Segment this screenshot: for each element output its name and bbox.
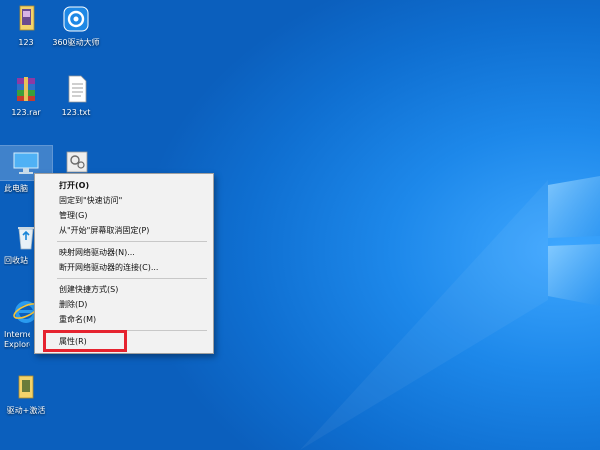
desktop-icon-folder-123[interactable]: 123 (0, 4, 52, 48)
menu-item-delete[interactable]: 删除(D) (35, 297, 213, 312)
desktop-icon-driver-activate[interactable]: 驱动+激活 (0, 372, 52, 416)
menu-item-open[interactable]: 打开(O) (35, 178, 213, 193)
desktop-icon-label: 此电脑 (4, 184, 28, 193)
menu-item-rename[interactable]: 重命名(M) (35, 312, 213, 327)
folder-icon (11, 4, 41, 34)
control-panel-icon (61, 146, 91, 176)
menu-item-disconnect-network-drive[interactable]: 断开网络驱动器的连接(C)... (35, 260, 213, 275)
desktop-icon-360-driver[interactable]: 360驱动大师 (48, 4, 104, 48)
menu-item-manage[interactable]: 管理(G) (35, 208, 213, 223)
context-menu: 打开(O) 固定到"快速访问" 管理(G) 从"开始"屏幕取消固定(P) 映射网… (34, 173, 214, 354)
menu-item-pin-quick-access[interactable]: 固定到"快速访问" (35, 193, 213, 208)
desktop-icon-rar-123[interactable]: 123.rar (0, 74, 52, 118)
desktop-icon-label: Internet Explorer (4, 330, 30, 349)
gear-shield-icon (61, 4, 91, 34)
desktop-icon-txt-123[interactable]: 123.txt (48, 74, 104, 118)
desktop[interactable]: 123 360驱动大师 123.rar 123.txt 此电脑 回收站 Inte… (0, 0, 600, 450)
desktop-icon-label: 驱动+激活 (6, 406, 46, 415)
folder-icon (11, 372, 41, 402)
text-file-icon (61, 74, 91, 104)
archive-icon (11, 74, 41, 104)
desktop-icon-label: 回收站 (4, 256, 28, 265)
menu-item-map-network-drive[interactable]: 映射网络驱动器(N)... (35, 245, 213, 260)
desktop-icon-label: 123.rar (11, 108, 41, 117)
menu-separator (57, 241, 207, 242)
menu-item-create-shortcut[interactable]: 创建快捷方式(S) (35, 282, 213, 297)
desktop-icon-label: 360驱动大师 (52, 38, 100, 47)
menu-separator (57, 330, 207, 331)
desktop-icon-label: 123.txt (61, 108, 91, 117)
menu-separator (57, 278, 207, 279)
menu-item-unpin-start[interactable]: 从"开始"屏幕取消固定(P) (35, 223, 213, 238)
menu-item-properties[interactable]: 属性(R) (35, 334, 213, 349)
desktop-icon-label: 123 (18, 38, 34, 47)
